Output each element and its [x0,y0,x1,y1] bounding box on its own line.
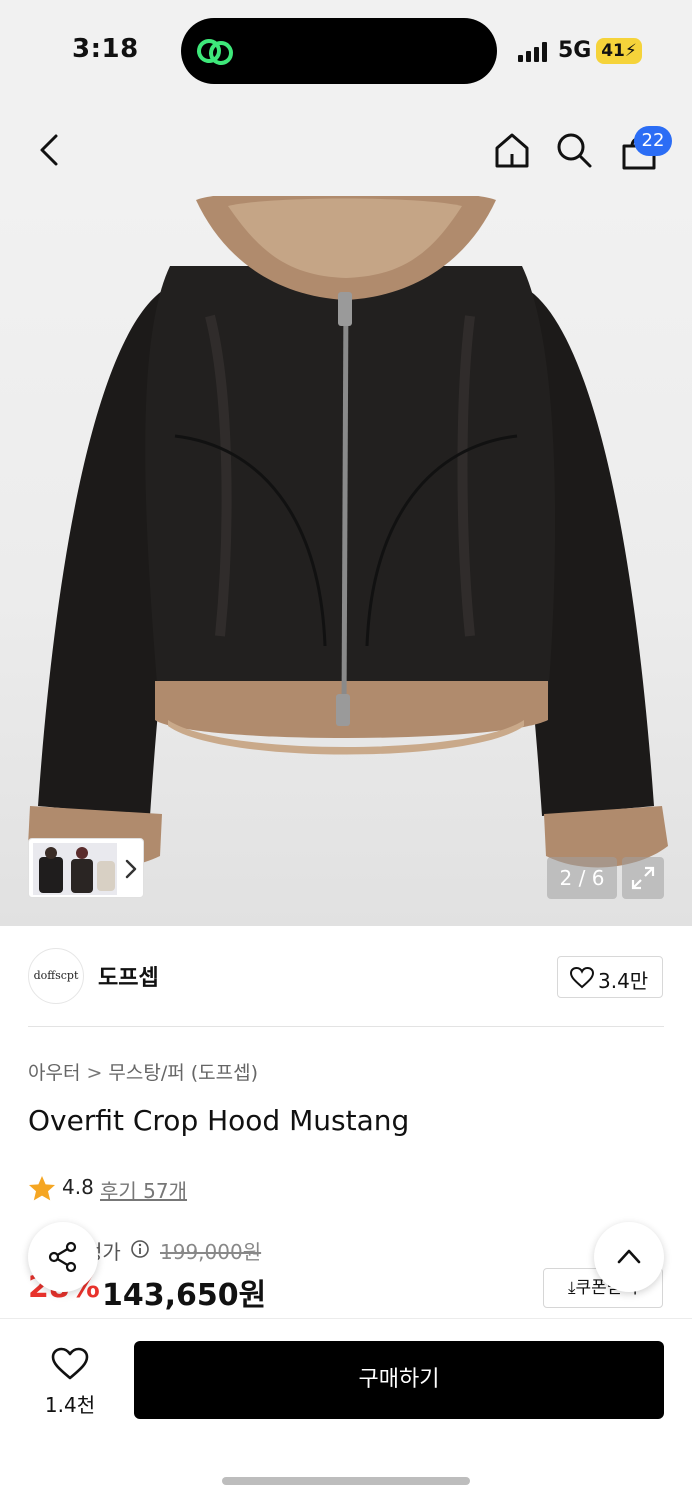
related-thumbnail[interactable] [28,838,144,898]
breadcrumb: 아우터 > 무스탕/퍼 (도프셉) [28,1058,258,1085]
back-icon[interactable] [30,130,70,170]
brand-logo[interactable]: doffscpt [28,948,84,1004]
cart-count-badge: 22 [634,126,672,156]
original-price: 199,000원 [160,1240,262,1264]
heart-icon [51,1347,89,1380]
dynamic-island [181,18,497,84]
battery-level: 41 [601,41,625,61]
scroll-top-button[interactable] [594,1222,664,1292]
share-icon [48,1241,77,1273]
star-icon [29,1176,55,1201]
breadcrumb-separator: > [86,1062,103,1084]
battery-charging-icon: 41⚡ [596,38,642,64]
product-title: Overfit Crop Hood Mustang [28,1104,410,1137]
link-app-icon [197,39,233,65]
image-pager: 2 / 6 [547,857,617,899]
product-image-gallery[interactable]: 2 / 6 [0,196,692,926]
breadcrumb-category[interactable]: 아우터 [28,1062,80,1084]
heart-icon [570,967,594,989]
breadcrumb-subcategory[interactable]: 무스탕/퍼 (도프셉) [108,1062,258,1084]
rating-value: 4.8 [62,1175,94,1199]
brand-like-count: 3.4만 [598,969,649,993]
signal-icon [518,42,547,62]
thumbnail-image [33,843,117,895]
top-nav: 22 [0,104,692,336]
product-photo [28,196,668,868]
bottom-action-bar: 1.4천 구매하기 [0,1318,692,1500]
divider [28,1026,664,1027]
expand-icon [631,866,655,890]
review-count-link[interactable]: 후기 57개 [100,1175,187,1204]
brand-name[interactable]: 도프셉 [98,960,159,992]
sale-price: 143,650원 [102,1278,267,1313]
wishlist-count: 1.4천 [44,1393,96,1417]
brand-like-button[interactable]: 3.4만 [557,956,663,998]
status-bar: 3:18 5G 41⚡ [0,0,692,104]
network-type: 5G [558,38,592,63]
wishlist-button[interactable]: 1.4천 [30,1343,110,1423]
info-icon[interactable] [130,1239,150,1259]
search-icon[interactable] [554,130,594,170]
chevron-up-icon [617,1249,641,1264]
buy-button[interactable]: 구매하기 [134,1341,664,1419]
home-icon[interactable] [492,130,532,170]
status-time: 3:18 [72,34,139,64]
home-indicator [222,1477,470,1485]
expand-button[interactable] [622,857,664,899]
chevron-right-icon [125,859,137,879]
share-button[interactable] [28,1222,98,1292]
